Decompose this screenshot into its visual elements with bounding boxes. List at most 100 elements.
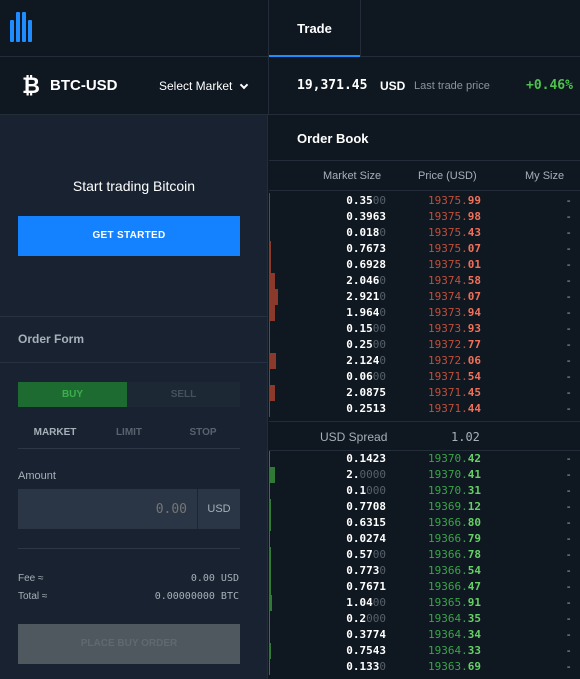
order-price-decimals: 79	[467, 532, 481, 545]
tab-trade[interactable]: Trade	[269, 0, 361, 57]
depth-bar	[269, 643, 271, 659]
last-trade-price: 19,371.45	[297, 78, 368, 93]
ask-order-row[interactable]: 2.1240 19372.06 -	[269, 353, 580, 369]
order-price: 19372.77	[428, 338, 481, 351]
order-price-decimals: 42	[467, 452, 481, 465]
place-buy-order-button[interactable]: PLACE BUY ORDER	[18, 624, 240, 664]
order-price: 19375.43	[428, 226, 481, 239]
ask-order-row[interactable]: 0.2500 19372.77 -	[269, 337, 580, 353]
bid-order-row[interactable]: 0.1000 19370.31 -	[269, 483, 580, 499]
bid-order-row[interactable]: 0.3774 19364.34 -	[269, 627, 580, 643]
depth-bar	[269, 385, 275, 401]
order-size-padding: 00	[372, 548, 386, 561]
bid-order-row[interactable]: 0.5700 19366.78 -	[269, 547, 580, 563]
order-price-integer: 19370.	[428, 468, 468, 481]
start-trading-title: Start trading Bitcoin	[72, 178, 196, 194]
depth-bar	[269, 305, 275, 321]
order-my-size: -	[565, 370, 572, 383]
total-value: 0.00000000 BTC	[154, 591, 239, 602]
order-my-size: -	[565, 532, 572, 545]
order-price-integer: 19375.	[428, 210, 468, 223]
select-market-dropdown[interactable]: Select Market	[159, 79, 249, 93]
depth-bar	[269, 241, 271, 257]
bid-order-row[interactable]: 0.0274 19366.79 -	[269, 531, 580, 547]
order-price: 19374.07	[428, 290, 481, 303]
bid-order-row[interactable]: 0.1330 19363.69 -	[269, 659, 580, 675]
order-price-decimals: 34	[467, 628, 481, 641]
order-price: 19365.91	[428, 596, 481, 609]
order-price-integer: 19366.	[428, 564, 468, 577]
order-price: 19364.33	[428, 644, 481, 657]
bid-order-row[interactable]: 0.7671 19366.47 -	[269, 579, 580, 595]
bid-order-row[interactable]: 0.6315 19366.80 -	[269, 515, 580, 531]
order-my-size: -	[565, 644, 572, 657]
order-my-size: -	[565, 628, 572, 641]
order-price-integer: 19364.	[428, 628, 468, 641]
order-my-size: -	[565, 290, 572, 303]
ask-order-row[interactable]: 2.9210 19374.07 -	[269, 289, 580, 305]
order-price: 19370.42	[428, 452, 481, 465]
sell-button[interactable]: SELL	[127, 382, 240, 407]
order-size: 0.0180	[346, 226, 386, 239]
order-size-value: 0.15	[346, 322, 373, 335]
order-size-padding: 0	[379, 274, 386, 287]
order-size-value: 0.35	[346, 194, 373, 207]
order-price: 19374.58	[428, 274, 481, 287]
bid-order-row[interactable]: 1.0400 19365.91 -	[269, 595, 580, 611]
ask-order-row[interactable]: 0.3963 19375.98 -	[269, 209, 580, 225]
bid-order-row[interactable]: 0.2000 19364.35 -	[269, 611, 580, 627]
order-size-value: 0.7708	[346, 500, 386, 513]
bid-order-row[interactable]: 0.7543 19364.33 -	[269, 643, 580, 659]
bid-order-row[interactable]: 0.1423 19370.42 -	[269, 451, 580, 467]
order-my-size: -	[565, 500, 572, 513]
order-price-decimals: 94	[467, 306, 481, 319]
ask-order-row[interactable]: 0.3500 19375.99 -	[269, 193, 580, 209]
tab-market-order[interactable]: MARKET	[18, 423, 92, 448]
order-size: 0.3774	[346, 628, 386, 641]
bid-order-row[interactable]: 2.0000 19370.41 -	[269, 467, 580, 483]
fee-value: 0.00 USD	[190, 573, 239, 584]
order-price-decimals: 06	[467, 354, 481, 367]
tab-stop-order[interactable]: STOP	[166, 423, 240, 448]
order-my-size: -	[565, 274, 572, 287]
order-price-decimals: 99	[467, 194, 481, 207]
order-price: 19371.54	[428, 370, 481, 383]
order-price-decimals: 43	[467, 226, 481, 239]
ask-order-row[interactable]: 2.0875 19371.45 -	[269, 385, 580, 401]
ask-order-row[interactable]: 1.9640 19373.94 -	[269, 305, 580, 321]
amount-input[interactable]	[18, 489, 197, 529]
get-started-button[interactable]: GET STARTED	[18, 216, 240, 256]
exchange-logo-icon[interactable]	[10, 12, 32, 42]
depth-bar	[269, 595, 272, 611]
spread-label: USD Spread	[320, 430, 388, 444]
bid-order-row[interactable]: 0.7730 19366.54 -	[269, 563, 580, 579]
order-book-divider	[269, 160, 580, 161]
order-size-padding: 0	[379, 290, 386, 303]
summary-divider	[18, 548, 240, 549]
depth-bar	[269, 353, 276, 369]
order-price-decimals: 45	[467, 386, 481, 399]
order-my-size: -	[565, 354, 572, 367]
depth-bar	[269, 611, 270, 627]
buy-button[interactable]: BUY	[18, 382, 127, 407]
bid-order-row[interactable]: 0.7708 19369.12 -	[269, 499, 580, 515]
order-size-value: 0.7543	[346, 644, 386, 657]
order-size-value: 2.124	[346, 354, 380, 367]
order-price-integer: 19374.	[428, 290, 468, 303]
select-market-label: Select Market	[159, 79, 233, 93]
ask-order-row[interactable]: 0.0600 19371.54 -	[269, 369, 580, 385]
price-change-24h: +0.46%	[526, 78, 573, 93]
ask-order-row[interactable]: 2.0460 19374.58 -	[269, 273, 580, 289]
order-size-padding: 0	[379, 354, 386, 367]
ask-order-row[interactable]: 0.7673 19375.07 -	[269, 241, 580, 257]
ask-order-row[interactable]: 0.2513 19371.44 -	[269, 401, 580, 417]
order-price-integer: 19366.	[428, 548, 468, 561]
ask-order-row[interactable]: 0.6928 19375.01 -	[269, 257, 580, 273]
ask-order-row[interactable]: 0.1500 19373.93 -	[269, 321, 580, 337]
tab-limit-order[interactable]: LIMIT	[92, 423, 166, 448]
order-price-integer: 19374.	[428, 274, 468, 287]
last-trade-price-label: Last trade price	[414, 80, 490, 92]
order-price: 19373.94	[428, 306, 481, 319]
order-size-padding: 00	[372, 194, 386, 207]
ask-order-row[interactable]: 0.0180 19375.43 -	[269, 225, 580, 241]
